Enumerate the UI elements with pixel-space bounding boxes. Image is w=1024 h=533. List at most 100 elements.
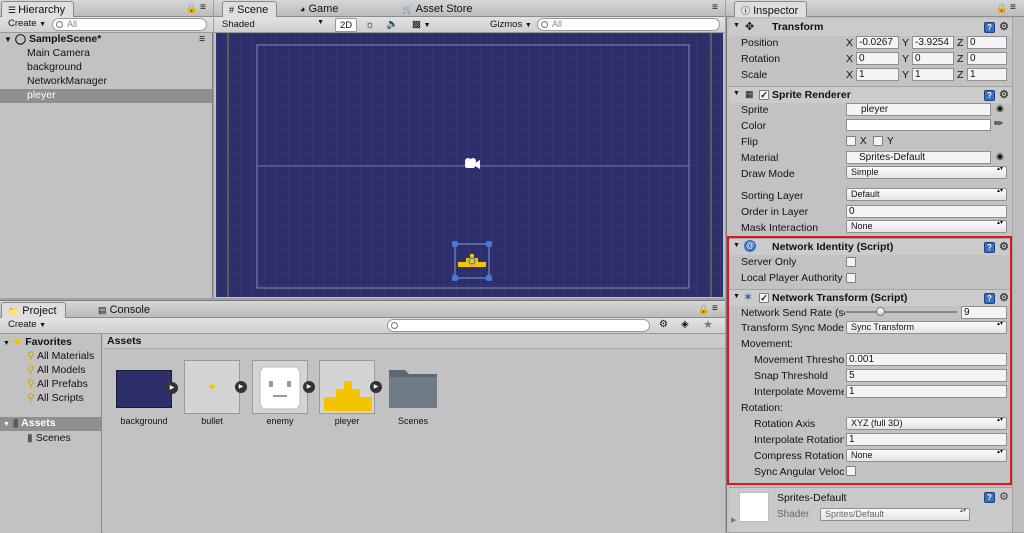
effects-dropdown[interactable]: ▩ ▼ — [408, 18, 435, 32]
expand-arrow-icon[interactable]: ▼ — [733, 22, 740, 29]
create-button[interactable]: Create ▼ — [4, 17, 50, 31]
tab-game[interactable]: ◕ Game — [294, 1, 346, 17]
tab-inspector[interactable]: ⓘ Inspector — [734, 1, 808, 17]
lock-icon[interactable]: 🔒 — [996, 3, 1007, 14]
asset-pleyer[interactable]: ▶ — [318, 360, 384, 414]
asset-enemy[interactable]: ▶ — [251, 360, 317, 414]
material-field[interactable]: Sprites-Default — [846, 151, 991, 164]
scale-y-field[interactable]: 1 — [912, 68, 954, 81]
tab-scene[interactable]: # Scene — [222, 1, 278, 17]
favorite-item[interactable]: ⚲ All Materials — [27, 350, 94, 362]
2d-toggle-button[interactable]: 2D — [335, 18, 358, 32]
draw-mode-dropdown[interactable]: Simple — [846, 166, 1007, 179]
audio-toggle[interactable]: 🔈 — [382, 18, 402, 32]
rotation-x-field[interactable]: 0 — [856, 52, 899, 65]
gear-icon[interactable]: ⚙ — [999, 20, 1009, 33]
help-book-icon[interactable]: ? — [984, 492, 995, 503]
gear-icon[interactable]: ⚙ — [999, 88, 1009, 101]
order-in-layer-field[interactable]: 0 — [846, 205, 1007, 218]
axis-y-label[interactable]: Y — [902, 53, 909, 65]
expand-play-icon[interactable]: ▶ — [370, 381, 382, 393]
axis-x-label[interactable]: X — [846, 69, 853, 81]
axis-x-label[interactable]: X — [846, 37, 853, 49]
subfolder-item[interactable]: ▮ Scenes — [27, 432, 71, 444]
tab-asset-store[interactable]: 🛒 Asset Store — [396, 1, 481, 17]
shader-dropdown[interactable]: Sprites/Default — [820, 508, 970, 521]
expand-play-icon[interactable]: ▶ — [235, 381, 247, 393]
hierarchy-item[interactable]: background — [0, 61, 212, 75]
expand-arrow-icon[interactable]: ▼ — [3, 421, 10, 428]
asset-scenes-folder[interactable] — [387, 364, 439, 410]
flip-x-checkbox[interactable] — [846, 136, 856, 146]
camera-gizmo-icon[interactable] — [464, 158, 482, 170]
gear-icon[interactable]: ⚙ — [999, 490, 1009, 503]
position-x-field[interactable]: -0.0267 — [856, 36, 899, 49]
panel-menu-icon[interactable]: ≡ — [712, 2, 718, 13]
tab-project[interactable]: 📁 Project — [1, 302, 66, 318]
favorite-item[interactable]: ⚲ All Models — [27, 364, 85, 376]
shading-mode-dropdown[interactable]: Shaded ▼ — [218, 18, 326, 32]
project-search-input[interactable] — [387, 319, 650, 332]
hierarchy-item[interactable]: Main Camera — [0, 47, 212, 61]
axis-y-label[interactable]: Y — [902, 69, 909, 81]
eyedropper-icon[interactable]: ✏ — [994, 117, 1003, 130]
rotation-z-field[interactable]: 0 — [967, 52, 1007, 65]
transform-header[interactable]: ▼ ✥ Transform ? ⚙ — [729, 19, 1024, 36]
object-picker-icon[interactable]: ◉ — [996, 103, 1004, 114]
panel-menu-icon[interactable]: ≡ — [1010, 2, 1016, 13]
expand-arrow-icon[interactable]: ▼ — [4, 35, 12, 44]
inspector-scrollbar[interactable] — [1012, 17, 1024, 532]
scene-search-input[interactable]: All — [537, 18, 720, 31]
sprite-renderer-header[interactable]: ▼ ▦ ✓ Sprite Renderer ? ⚙ — [729, 86, 1024, 103]
panel-menu-icon[interactable]: ≡ — [712, 303, 718, 314]
hierarchy-item[interactable]: NetworkManager — [0, 75, 212, 89]
axis-z-label[interactable]: Z — [957, 69, 963, 81]
breadcrumb-assets[interactable]: Assets — [107, 335, 141, 347]
hierarchy-search-input[interactable]: All — [52, 18, 207, 31]
scene-viewport[interactable] — [216, 33, 723, 297]
player-sprite[interactable] — [451, 240, 493, 282]
flip-y-checkbox[interactable] — [873, 136, 883, 146]
filter-by-type-icon[interactable]: ⚙ — [659, 319, 668, 330]
sorting-layer-dropdown[interactable]: Default — [846, 188, 1007, 201]
assets-folder-selected[interactable]: ▼ ▮ Assets — [0, 417, 101, 431]
scene-root-row[interactable]: ▼ ◯ SampleScene* ≡ — [0, 33, 213, 47]
expand-play-icon[interactable]: ▶ — [166, 382, 178, 394]
axis-z-label[interactable]: Z — [957, 37, 963, 49]
asset-background[interactable]: ▶ — [115, 362, 179, 422]
color-swatch[interactable] — [846, 119, 991, 131]
scene-menu-icon[interactable]: ≡ — [199, 33, 205, 45]
lock-icon[interactable]: 🔒 — [698, 304, 709, 315]
mask-interaction-dropdown[interactable]: None — [846, 220, 1007, 233]
favorite-item[interactable]: ⚲ All Scripts — [27, 392, 84, 404]
scale-x-field[interactable]: 1 — [856, 68, 899, 81]
favorite-item[interactable]: ⚲ All Prefabs — [27, 378, 88, 390]
axis-z-label[interactable]: Z — [957, 53, 963, 65]
expand-arrow-icon[interactable]: ▶ — [731, 516, 736, 524]
rotation-y-field[interactable]: 0 — [912, 52, 954, 65]
position-y-field[interactable]: -3.9254 — [912, 36, 954, 49]
create-button[interactable]: Create ▼ — [4, 318, 50, 332]
axis-x-label[interactable]: X — [846, 53, 853, 65]
position-z-field[interactable]: 0 — [967, 36, 1007, 49]
lock-icon[interactable]: 🔒 — [186, 3, 197, 14]
scale-z-field[interactable]: 1 — [967, 68, 1007, 81]
sprite-field[interactable]: pleyer — [846, 103, 991, 116]
filter-by-label-icon[interactable]: ◈ — [681, 319, 689, 330]
object-picker-icon[interactable]: ◉ — [996, 151, 1004, 162]
help-book-icon[interactable]: ? — [984, 22, 995, 33]
tab-hierarchy[interactable]: ☰ Hierarchy — [1, 1, 75, 17]
component-enabled-checkbox[interactable]: ✓ — [759, 90, 769, 100]
help-book-icon[interactable]: ? — [984, 90, 995, 101]
expand-play-icon[interactable]: ▶ — [303, 381, 315, 393]
axis-y-label[interactable]: Y — [902, 37, 909, 49]
favorites-header[interactable]: ▼ ★ Favorites — [3, 336, 72, 348]
gizmos-dropdown[interactable]: Gizmos ▼ — [486, 18, 536, 32]
favorite-star-icon[interactable]: ★ — [703, 318, 713, 331]
panel-menu-icon[interactable]: ≡ — [200, 2, 206, 13]
expand-arrow-icon[interactable]: ▼ — [733, 90, 740, 97]
tab-console[interactable]: ▤ Console — [92, 302, 158, 318]
expand-arrow-icon[interactable]: ▼ — [3, 340, 10, 347]
asset-bullet[interactable]: ✦ ▶ — [183, 360, 249, 414]
hierarchy-item-selected[interactable]: pleyer — [0, 89, 212, 103]
